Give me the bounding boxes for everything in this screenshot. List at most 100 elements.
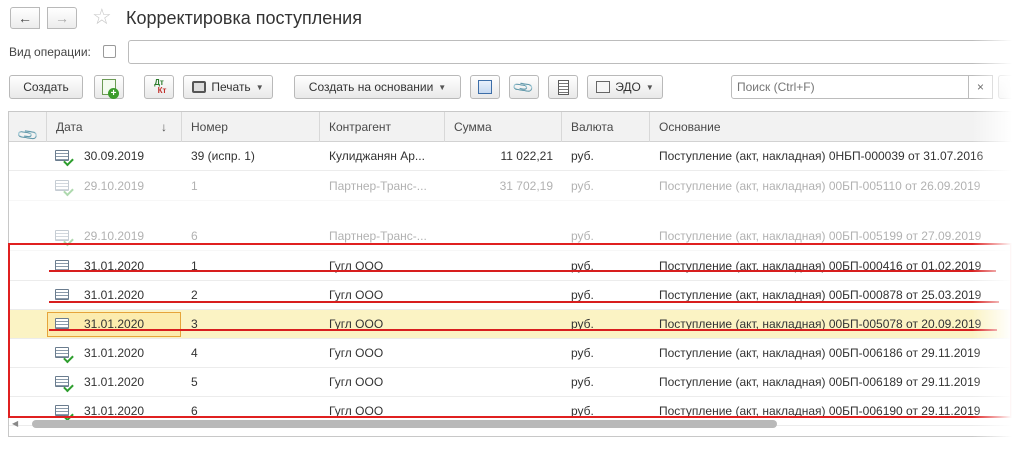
cell-counterparty: Гугл ООО (329, 288, 384, 302)
cell-counterparty: Гугл ООО (329, 259, 384, 273)
document-icon (55, 260, 69, 271)
operation-type-field[interactable] (128, 40, 1012, 64)
document-posted-icon (55, 405, 69, 416)
search-clear-button[interactable]: × (969, 75, 993, 99)
cell-date: 29.10.2019 (84, 179, 145, 193)
table-row[interactable]: 31.01.2020 3 Гугл ООО руб. Поступление (акт,… (9, 310, 1012, 339)
document-posted-icon (55, 376, 69, 387)
edo-button-label: ЭДО (615, 80, 641, 94)
column-header-date-label: Дата (56, 120, 83, 134)
document-icon (55, 289, 69, 300)
column-header-currency[interactable]: Валюта (562, 112, 650, 142)
cell-number: 4 (191, 346, 198, 360)
list-icon (557, 79, 569, 95)
table-header: 📎 Дата ↓ Номер Контрагент Сумма Валюта Ос… (9, 112, 1012, 142)
back-button[interactable]: ← (10, 7, 40, 29)
dt-kt-button[interactable]: Дт Кт (144, 75, 174, 99)
cell-number: 1 (191, 179, 198, 193)
cell-date: 30.09.2019 (84, 149, 145, 163)
sort-descending-icon: ↓ (161, 120, 167, 134)
cell-basis: Поступление (акт, накладная) 00БП-000878… (659, 288, 982, 302)
attachment-icon: 📎 (15, 123, 40, 142)
cell-date: 31.01.2020 (84, 259, 145, 273)
column-header-counterparty[interactable]: Контрагент (320, 112, 445, 142)
copy-button[interactable] (94, 75, 124, 99)
document-posted-icon (55, 180, 69, 191)
structure-button[interactable] (470, 75, 500, 99)
list-button[interactable] (548, 75, 578, 99)
cell-amount (445, 368, 562, 397)
chevron-down-icon: ▼ (438, 82, 447, 92)
cell-amount: 11 022,21 (500, 149, 554, 163)
printer-icon (192, 81, 207, 93)
column-header-amount[interactable]: Сумма (445, 112, 562, 142)
document-posted-icon (55, 347, 69, 358)
cell-amount (445, 281, 562, 310)
scroll-left-icon[interactable]: ◀ (12, 419, 18, 428)
cell-amount (445, 310, 562, 339)
table-row[interactable]: 31.01.2020 2 Гугл ООО руб. Поступление (акт,… (9, 281, 1012, 310)
column-header-date[interactable]: Дата ↓ (47, 112, 182, 142)
cell-date: 31.01.2020 (84, 288, 145, 302)
cell-date: 31.01.2020 (84, 317, 145, 331)
cell-basis: Поступление (акт, накладная) 00БП-005110… (659, 179, 981, 193)
cell-basis: Поступление (акт, накладная) 00БП-006189… (659, 375, 981, 389)
title-bar: ← → ☆ Корректировка поступления (0, 0, 1012, 38)
cell-counterparty: Гугл ООО (329, 317, 384, 331)
structure-icon (478, 80, 492, 94)
chevron-down-icon: ▼ (255, 82, 264, 92)
cell-number: 39 (испр. 1) (191, 149, 255, 163)
create-copy-icon (102, 79, 119, 99)
table-row[interactable]: 31.01.2020 5 Гугл ООО руб. Поступление (акт,… (9, 368, 1012, 397)
cell-number: 2 (191, 288, 198, 302)
print-button[interactable]: Печать ▼ (183, 75, 273, 99)
create-based-on-button[interactable]: Создать на основании ▼ (294, 75, 461, 99)
favorite-star-icon[interactable]: ☆ (92, 4, 112, 30)
cell-currency: руб. (571, 346, 594, 360)
forward-button[interactable]: → (47, 7, 77, 29)
cell-amount (445, 339, 562, 368)
cell-basis: Поступление (акт, накладная) 00БП-005078… (659, 317, 982, 331)
attachment-icon: 📎 (511, 74, 536, 99)
table-row[interactable]: 29.10.2019 6 Партнер-Транс-... руб. Поступле… (9, 222, 1012, 251)
column-header-basis[interactable]: Основание (650, 112, 1012, 142)
create-button[interactable]: Создать (9, 75, 83, 99)
cell-basis: Поступление (акт, накладная) 00БП-000416… (659, 259, 982, 273)
attachment-column-header[interactable]: 📎 (9, 112, 47, 142)
more-button[interactable] (998, 75, 1012, 99)
back-arrow-icon: ← (18, 10, 32, 26)
cell-basis: Поступление (акт, накладная) 00БП-006186… (659, 346, 981, 360)
cell-counterparty: Гугл ООО (329, 375, 384, 389)
cell-amount (445, 222, 562, 251)
cell-currency: руб. (571, 375, 594, 389)
column-header-number[interactable]: Номер (182, 112, 320, 142)
cell-counterparty: Партнер-Транс-... (329, 179, 427, 193)
cell-counterparty: Партнер-Транс-... (329, 229, 427, 243)
document-icon (55, 318, 69, 329)
document-posted-icon (55, 230, 69, 241)
attachments-button[interactable]: 📎 (509, 75, 539, 99)
table-row[interactable]: 30.09.2019 39 (испр. 1) Кулиджанян Ар... 11… (9, 142, 1012, 171)
horizontal-scrollbar[interactable]: ◀ (10, 418, 1012, 430)
operation-type-checkbox[interactable] (103, 45, 116, 58)
cell-number: 1 (191, 259, 198, 273)
edo-icon (596, 81, 611, 93)
dt-kt-icon: Дт Кт (152, 79, 167, 95)
table-row[interactable]: 31.01.2020 4 Гугл ООО руб. Поступление (акт,… (9, 339, 1012, 368)
table-row[interactable]: 31.01.2020 1 Гугл ООО руб. Поступление (акт,… (9, 252, 1012, 281)
create-button-label: Создать (23, 80, 69, 94)
cell-basis: Поступление (акт, накладная) 00БП-005199… (659, 229, 982, 243)
kt-label: Кт (157, 86, 167, 95)
search-input[interactable] (731, 75, 969, 99)
create-based-on-label: Создать на основании (308, 80, 434, 94)
forward-arrow-icon: → (55, 10, 69, 26)
cell-currency: руб. (571, 179, 594, 193)
edo-button[interactable]: ЭДО ▼ (587, 75, 663, 99)
scrollbar-thumb[interactable] (32, 420, 777, 428)
cell-amount: 31 702,19 (499, 179, 553, 193)
cell-number: 3 (191, 317, 198, 331)
cell-number: 5 (191, 375, 198, 389)
cell-number: 6 (191, 229, 198, 243)
table-row[interactable]: 29.10.2019 1 Партнер-Транс-... 31 702,19 руб… (9, 172, 1012, 201)
cell-counterparty: Гугл ООО (329, 346, 384, 360)
